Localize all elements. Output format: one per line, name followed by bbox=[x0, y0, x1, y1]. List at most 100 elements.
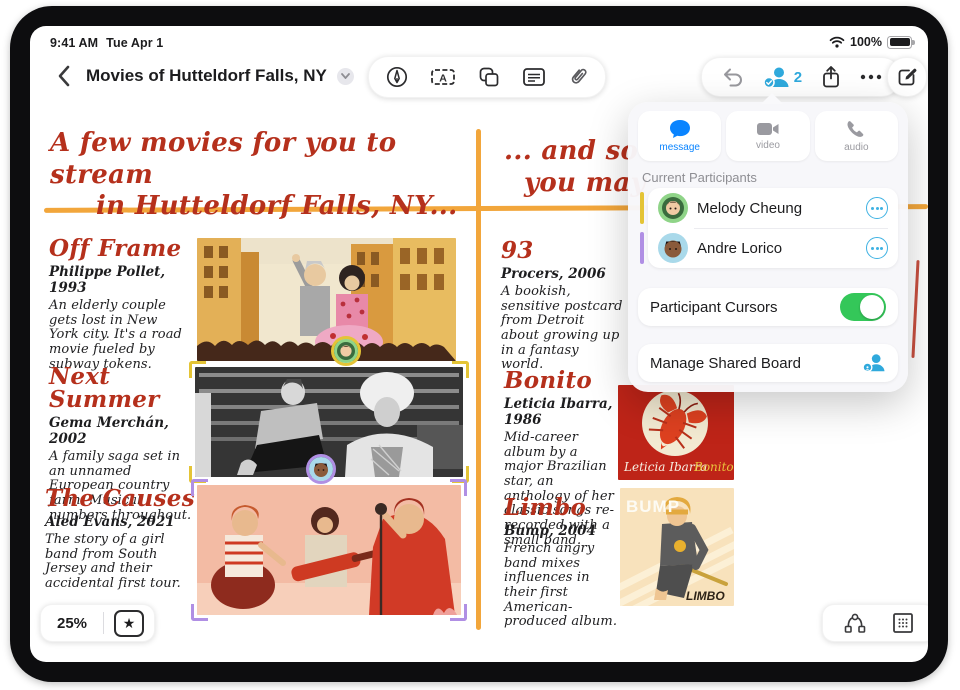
grid-button[interactable] bbox=[891, 611, 915, 635]
movie-still-off-frame[interactable] bbox=[197, 238, 456, 361]
pen-icon bbox=[385, 65, 409, 89]
compose-icon bbox=[896, 66, 918, 88]
status-bar-left: 9:41 AM Tue Apr 1 bbox=[50, 36, 171, 50]
popover-actions-row: message video audio bbox=[638, 111, 898, 161]
message-label: message bbox=[659, 142, 700, 153]
movie-note-limbo[interactable]: Limbo Bump, 2004 French angry band mixes… bbox=[504, 496, 624, 630]
favorite-star-button[interactable]: ★ bbox=[114, 610, 144, 637]
more-ellipsis-icon bbox=[860, 74, 882, 80]
paperclip-icon bbox=[567, 65, 589, 89]
connector-icon bbox=[843, 611, 867, 635]
new-board-button[interactable] bbox=[887, 57, 927, 97]
andre-avatar bbox=[658, 233, 688, 263]
actions-pill: 2 bbox=[701, 57, 901, 97]
andre-avatar bbox=[309, 457, 333, 481]
movie-description: French angry band mixes influences in th… bbox=[504, 542, 620, 630]
video-label: video bbox=[756, 140, 780, 151]
movie-credit: Aled Evans, 2021 bbox=[45, 514, 209, 530]
video-camera-icon bbox=[756, 121, 780, 137]
participant-name: Melody Cheung bbox=[697, 200, 857, 217]
melody-avatar bbox=[658, 193, 688, 223]
participants-count: 2 bbox=[794, 69, 802, 86]
collaboration-button[interactable]: 2 bbox=[763, 66, 802, 89]
movie-description: A bookish, sensitive postcard from Detro… bbox=[501, 285, 623, 373]
andre-accent-bar bbox=[640, 232, 644, 264]
battery-percent: 100% bbox=[850, 35, 882, 49]
red-ink-stroke[interactable] bbox=[911, 260, 919, 358]
zoom-level-button[interactable]: 25% bbox=[51, 615, 93, 632]
movie-note-93[interactable]: 93 Procers, 2006 A bookish, sensitive po… bbox=[501, 239, 633, 373]
movie-description: An elderly couple gets lost in New York … bbox=[49, 299, 189, 372]
audio-button[interactable]: audio bbox=[815, 111, 898, 161]
chevron-down-icon bbox=[341, 73, 350, 79]
movie-credit: Gema Merchán, 2002 bbox=[49, 415, 207, 447]
manage-shared-board-row[interactable]: Manage Shared Board bbox=[638, 344, 898, 382]
participants-card: Melody Cheung Andre Lorico bbox=[648, 188, 898, 268]
drawing-tools-pill: A bbox=[368, 56, 606, 98]
bonito-title-text: Bonito bbox=[693, 460, 734, 474]
melody-avatar bbox=[334, 339, 358, 363]
attachment-tool-button[interactable] bbox=[567, 65, 589, 89]
collaboration-icon bbox=[763, 66, 790, 89]
current-participants-title: Current Participants bbox=[642, 170, 757, 185]
movie-title: The Causes bbox=[45, 487, 209, 510]
movie-credit: Leticia Ibarra, 1986 bbox=[504, 396, 624, 428]
movie-description: The story of a girl band from South Jers… bbox=[45, 533, 195, 592]
movie-credit: Bump, 2004 bbox=[504, 523, 624, 539]
status-time: 9:41 AM bbox=[50, 36, 98, 50]
sticky-note-icon bbox=[522, 67, 546, 87]
message-button[interactable]: message bbox=[638, 111, 721, 161]
bump-album-illustration: BUMP LIMBO bbox=[620, 488, 734, 606]
participant-row-andre[interactable]: Andre Lorico bbox=[648, 228, 898, 268]
board-title: Movies of Hutteldorf Falls, NY bbox=[86, 66, 327, 86]
movie-title: Off Frame bbox=[49, 237, 201, 260]
status-date: Tue Apr 1 bbox=[106, 36, 163, 50]
participant-options-button[interactable] bbox=[866, 197, 888, 219]
message-bubble-icon bbox=[669, 119, 691, 139]
text-tool-button[interactable]: A bbox=[430, 66, 456, 88]
participant-cursors-label: Participant Cursors bbox=[650, 299, 840, 316]
svg-text:A: A bbox=[439, 73, 447, 85]
undo-button[interactable] bbox=[720, 66, 744, 88]
movie-credit: Philippe Pollet, 1993 bbox=[49, 264, 201, 296]
undo-icon bbox=[720, 66, 744, 88]
movie-note-off-frame[interactable]: Off Frame Philippe Pollet, 1993 An elder… bbox=[49, 237, 201, 372]
more-button[interactable] bbox=[860, 74, 882, 80]
star-icon: ★ bbox=[123, 615, 136, 632]
album-cover-bump[interactable]: BUMP LIMBO bbox=[620, 488, 734, 606]
participant-name: Andre Lorico bbox=[697, 240, 857, 257]
audio-label: audio bbox=[844, 142, 868, 153]
bump-caption-text: LIMBO bbox=[686, 589, 725, 603]
manage-shared-board-icon bbox=[862, 353, 886, 373]
participant-cursors-toggle[interactable] bbox=[840, 293, 886, 321]
movie-title: Limbo bbox=[504, 496, 624, 519]
canvas-options-pill bbox=[822, 604, 928, 642]
off-frame-illustration bbox=[197, 238, 456, 361]
shapes-tool-button[interactable] bbox=[477, 65, 501, 89]
back-button[interactable] bbox=[50, 61, 76, 91]
movie-still-the-causes[interactable] bbox=[197, 485, 461, 615]
phone-icon bbox=[846, 119, 866, 139]
draw-tool-button[interactable] bbox=[385, 65, 409, 89]
freeform-app-screen: 9:41 AM Tue Apr 1 100% Movies of Hutteldo… bbox=[30, 26, 928, 662]
participant-options-button[interactable] bbox=[866, 237, 888, 259]
album-cover-bonito[interactable]: Leticia Ibarra Bonito bbox=[618, 385, 734, 480]
ipad-bezel: 9:41 AM Tue Apr 1 100% Movies of Hutteldo… bbox=[10, 6, 948, 682]
participant-cursor-melody bbox=[331, 336, 361, 366]
movie-note-the-causes[interactable]: The Causes Aled Evans, 2021 The story of… bbox=[45, 487, 209, 592]
shapes-icon bbox=[477, 65, 501, 89]
video-button[interactable]: video bbox=[726, 111, 809, 161]
movie-title: Next Summer bbox=[49, 365, 207, 411]
connector-button[interactable] bbox=[843, 611, 867, 635]
movie-title: 93 bbox=[501, 239, 633, 262]
share-button[interactable] bbox=[821, 65, 841, 89]
heading-left-line2: in Hutteldorf Falls, NY... bbox=[50, 191, 480, 223]
note-tool-button[interactable] bbox=[522, 67, 546, 87]
canvas-heading-left[interactable]: A few movies for you to stream in Huttel… bbox=[50, 128, 480, 223]
participant-row-melody[interactable]: Melody Cheung bbox=[648, 188, 898, 228]
movie-credit: Procers, 2006 bbox=[501, 266, 633, 282]
textbox-icon: A bbox=[430, 66, 456, 88]
board-title-menu-button[interactable] bbox=[337, 68, 354, 85]
share-icon bbox=[821, 65, 841, 89]
grid-icon bbox=[891, 611, 915, 635]
